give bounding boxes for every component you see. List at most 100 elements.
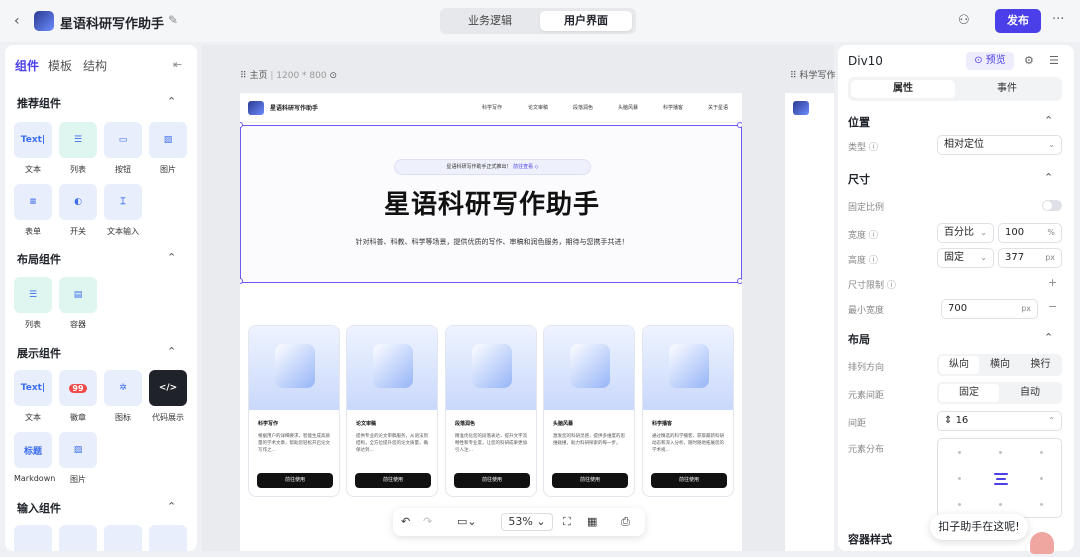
nav-item[interactable]: 论文审稿 <box>528 104 548 111</box>
component-markdown[interactable]: 标题 Markdown <box>14 432 55 483</box>
card-button[interactable]: 前往使用 <box>257 473 333 488</box>
add-icon[interactable]: + <box>1048 276 1057 289</box>
component-layout-list[interactable]: ☰ 列表 <box>14 277 52 330</box>
tab-user-interface[interactable]: 用户界面 <box>540 11 632 31</box>
resize-handle[interactable] <box>737 122 742 128</box>
chevron-up-icon[interactable]: ⌃ <box>167 95 176 108</box>
nav-item[interactable]: 科学写作 <box>482 104 502 111</box>
resize-handle[interactable] <box>240 122 243 128</box>
device-icon[interactable]: ▭⌄ <box>457 515 477 528</box>
position-type-select[interactable]: 相对定位 ⌄ <box>937 135 1062 155</box>
panel-toggle-icon[interactable]: ☰ <box>1049 54 1059 67</box>
tab-templates[interactable]: 模板 <box>48 57 72 74</box>
nav-item[interactable]: 头脑风暴 <box>618 104 638 111</box>
distribution-grid[interactable] <box>937 438 1062 518</box>
component-form[interactable]: ≡ 表单 <box>14 184 52 237</box>
tab-components[interactable]: 组件 <box>15 57 39 74</box>
grid-icon[interactable]: ▦ <box>587 515 597 528</box>
card-button[interactable]: 前往使用 <box>355 473 431 488</box>
direction-wrap[interactable]: 换行 <box>1021 356 1060 374</box>
spacing-input[interactable]: ⇕ 16 ⌃ <box>937 411 1062 431</box>
hero-section-selected[interactable]: 星语科研写作助手正式推出！ 前往查看 ◇ 星语科研写作助手 针对科普、科教、科学… <box>240 122 742 284</box>
component-text-input[interactable]: ⌶ 文本输入 <box>104 184 142 237</box>
back-icon[interactable]: ‹ <box>14 13 20 29</box>
width-input[interactable]: 100% <box>998 223 1062 243</box>
share-icon[interactable]: ⚇ <box>958 13 970 28</box>
card-button[interactable]: 前往使用 <box>651 473 727 488</box>
undo-icon[interactable]: ↶ <box>401 515 410 528</box>
grid-dot[interactable] <box>999 451 1002 454</box>
redo-icon[interactable]: ↷ <box>423 515 432 528</box>
component-input-4[interactable] <box>149 525 187 551</box>
tab-business-logic[interactable]: 业务逻辑 <box>444 11 536 31</box>
more-icon[interactable]: ··· <box>1052 12 1064 27</box>
gap-auto[interactable]: 自动 <box>1000 384 1060 402</box>
component-input-3[interactable] <box>104 525 142 551</box>
component-image[interactable]: ▨ 图片 <box>149 122 187 175</box>
announcement-badge[interactable]: 星语科研写作助手正式推出！ 前往查看 ◇ <box>394 159 591 175</box>
component-text[interactable]: Text| 文本 <box>14 122 52 175</box>
component-input-2[interactable] <box>59 525 97 551</box>
collapse-icon[interactable]: ⇤ <box>173 58 182 71</box>
page2-preview[interactable] <box>785 93 834 551</box>
nav-item[interactable]: 关于星语 <box>708 104 728 111</box>
chevron-up-icon[interactable]: ⌃ <box>167 345 176 358</box>
tab-properties[interactable]: 属性 <box>851 80 955 98</box>
fit-icon[interactable]: ⛶ <box>563 515 571 529</box>
min-width-input[interactable]: 700 px <box>941 299 1038 319</box>
grid-dot[interactable] <box>958 503 961 506</box>
fixed-ratio-toggle[interactable] <box>1042 200 1062 211</box>
chevron-up-icon[interactable]: ⌃ <box>167 500 176 513</box>
page2-label[interactable]: ⠿ 科学写作 <box>790 68 835 81</box>
width-mode-select[interactable]: 百分比 ⌄ <box>937 223 994 243</box>
grid-dot[interactable] <box>958 477 961 480</box>
badge-link[interactable]: 前往查看 ◇ <box>513 164 538 170</box>
grid-dot[interactable] <box>1040 451 1043 454</box>
nav-item[interactable]: 段落润色 <box>573 104 593 111</box>
align-center-icon[interactable] <box>994 473 1008 488</box>
resize-handle[interactable] <box>240 278 243 284</box>
chevron-up-icon[interactable]: ⌃ <box>167 251 176 264</box>
assistant-mascot-icon[interactable] <box>1030 532 1054 554</box>
edit-icon[interactable]: ✎ <box>168 13 178 27</box>
image-icon: ▨ <box>149 122 187 158</box>
grid-dot[interactable] <box>1040 503 1043 506</box>
component-button[interactable]: ▭ 按钮 <box>104 122 142 175</box>
component-icon[interactable]: ✲ 图标 <box>104 370 142 423</box>
resize-handle[interactable] <box>737 278 742 284</box>
component-code[interactable]: </> 代码展示 <box>149 370 187 423</box>
direction-vertical[interactable]: 纵向 <box>939 356 979 374</box>
height-input[interactable]: 377 px <box>998 248 1062 268</box>
play-icon[interactable]: ⊙ <box>329 71 337 81</box>
chevron-up-icon[interactable]: ⌃ <box>1044 331 1053 344</box>
component-container[interactable]: ▤ 容器 <box>59 277 97 330</box>
gap-fixed[interactable]: 固定 <box>939 384 999 402</box>
export-icon[interactable]: ⎙ <box>621 515 630 529</box>
nav-item[interactable]: 科学播客 <box>663 104 683 111</box>
height-mode-select[interactable]: 固定 ⌄ <box>937 248 994 268</box>
zoom-select[interactable]: 53% ⌄ <box>501 513 553 531</box>
grid-dot[interactable] <box>958 451 961 454</box>
page-label[interactable]: ⠿ 主页 | 1200 * 800 ⊙ <box>240 68 337 81</box>
component-input-1[interactable] <box>14 525 52 551</box>
remove-icon[interactable]: − <box>1048 300 1057 313</box>
assistant-bubble[interactable]: 扣子助手在这呢! <box>930 514 1028 540</box>
grid-dot[interactable] <box>1040 477 1043 480</box>
chevron-up-icon[interactable]: ⌃ <box>1044 171 1053 184</box>
preview-button[interactable]: ⊙ 预览 <box>966 52 1014 70</box>
settings-icon[interactable]: ⚙ <box>1024 54 1034 67</box>
tab-structure[interactable]: 结构 <box>83 57 107 74</box>
component-switch[interactable]: ◐ 开关 <box>59 184 97 237</box>
component-display-image[interactable]: ▨ 图片 <box>59 432 97 485</box>
component-display-text[interactable]: Text| 文本 <box>14 370 52 423</box>
chevron-up-icon[interactable]: ⌃ <box>1044 114 1053 127</box>
direction-horizontal[interactable]: 横向 <box>980 356 1020 374</box>
page-preview[interactable]: 星语科研写作助手 科学写作 论文审稿 段落润色 头脑风暴 科学播客 关于星语 星… <box>240 93 742 551</box>
component-list[interactable]: ☰ 列表 <box>59 122 97 175</box>
card-button[interactable]: 前往使用 <box>552 473 628 488</box>
card-button[interactable]: 前往使用 <box>454 473 530 488</box>
grid-dot[interactable] <box>999 503 1002 506</box>
publish-button[interactable]: 发布 <box>995 9 1041 33</box>
component-badge[interactable]: 99 徽章 <box>59 370 97 423</box>
tab-events[interactable]: 事件 <box>955 80 1059 98</box>
